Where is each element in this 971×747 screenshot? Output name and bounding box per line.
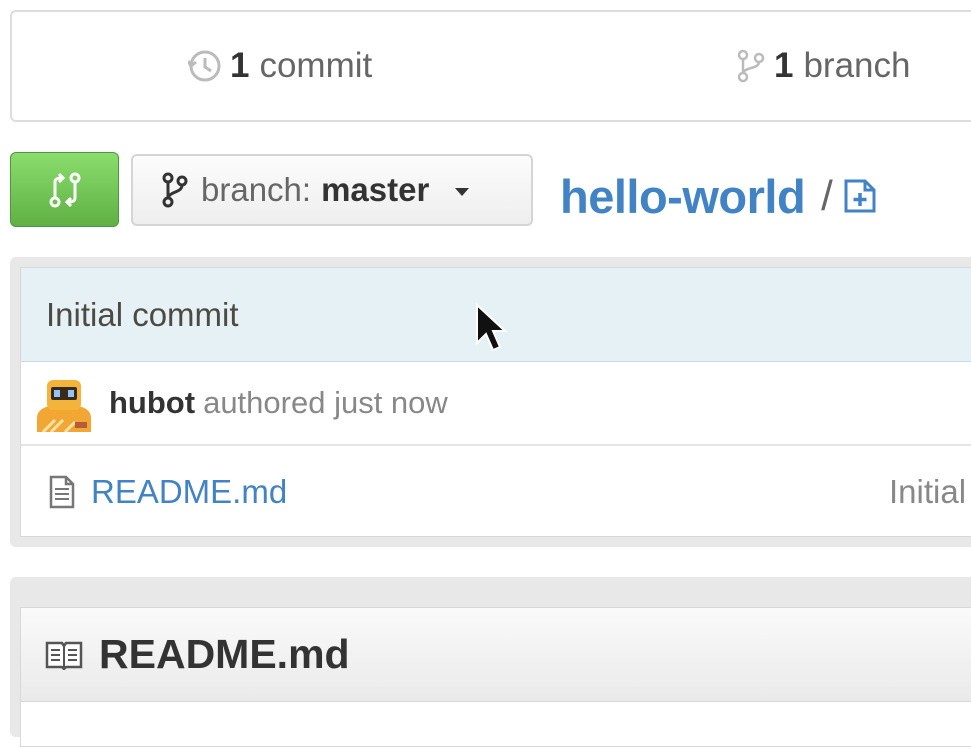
readme-title: README.md <box>99 631 350 677</box>
git-branch-icon <box>161 172 189 208</box>
mouse-pointer-icon <box>474 303 510 355</box>
branches-label: branch <box>803 46 911 85</box>
readme-inner: README.md <box>20 607 971 747</box>
file-add-icon[interactable] <box>843 178 877 214</box>
repo-stats-bar: 1 commit 1 branch <box>10 10 971 122</box>
branch-selector[interactable]: branch: master <box>131 154 533 226</box>
git-compare-icon <box>45 170 85 210</box>
commits-count: 1 <box>230 46 250 85</box>
current-branch-name: master <box>321 171 430 208</box>
history-icon <box>188 49 222 83</box>
file-text-icon <box>49 475 75 509</box>
branch-selector-prefix: branch: <box>201 171 312 208</box>
commit-message[interactable]: Initial commit <box>46 296 239 334</box>
breadcrumb-separator: / <box>821 172 833 219</box>
commit-meta-row: hubot authored just now <box>21 362 971 446</box>
branches-count: 1 <box>774 46 794 85</box>
readme-container: README.md <box>10 577 971 747</box>
book-icon <box>45 640 83 670</box>
table-row[interactable]: README.md Initial <box>21 446 971 538</box>
compare-button[interactable] <box>10 152 119 227</box>
readme-header: README.md <box>21 608 971 702</box>
commits-stat-link[interactable]: 1 commit <box>188 12 372 120</box>
commits-label: commit <box>259 46 373 85</box>
file-commit-message-link[interactable]: Initial <box>889 473 966 511</box>
chevron-down-icon <box>455 188 470 196</box>
commit-author-link[interactable]: hubot <box>109 385 195 421</box>
git-branch-icon <box>736 49 766 83</box>
breadcrumb: hello-world / <box>560 160 877 232</box>
repo-name-link[interactable]: hello-world <box>560 169 806 224</box>
branches-stat-link[interactable]: 1 branch <box>736 12 911 120</box>
file-name-link[interactable]: README.md <box>91 473 287 511</box>
avatar[interactable] <box>35 374 93 432</box>
commit-authored-time: authored just now <box>203 385 448 420</box>
commit-file-table: Initial commit hubot authored just now R… <box>10 257 971 547</box>
